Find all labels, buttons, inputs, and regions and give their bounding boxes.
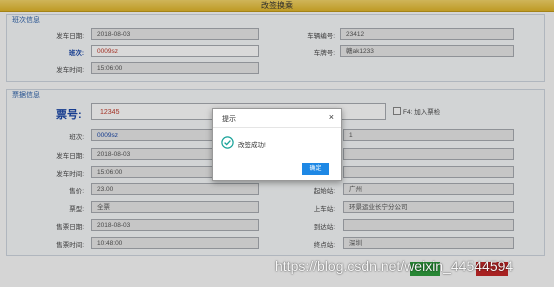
dialog-header: 提示 × <box>213 109 341 128</box>
check-circle-icon <box>221 136 234 151</box>
dialog-message: 改签成功! <box>238 142 266 149</box>
close-icon[interactable]: × <box>329 112 334 122</box>
dialog-title: 提示 <box>222 116 236 123</box>
ok-button[interactable]: 确定 <box>302 163 329 175</box>
watermark-text: https://blog.csdn.net/weixin_44544594 <box>275 258 514 274</box>
success-dialog: 提示 × 改签成功! 确定 <box>212 108 342 181</box>
